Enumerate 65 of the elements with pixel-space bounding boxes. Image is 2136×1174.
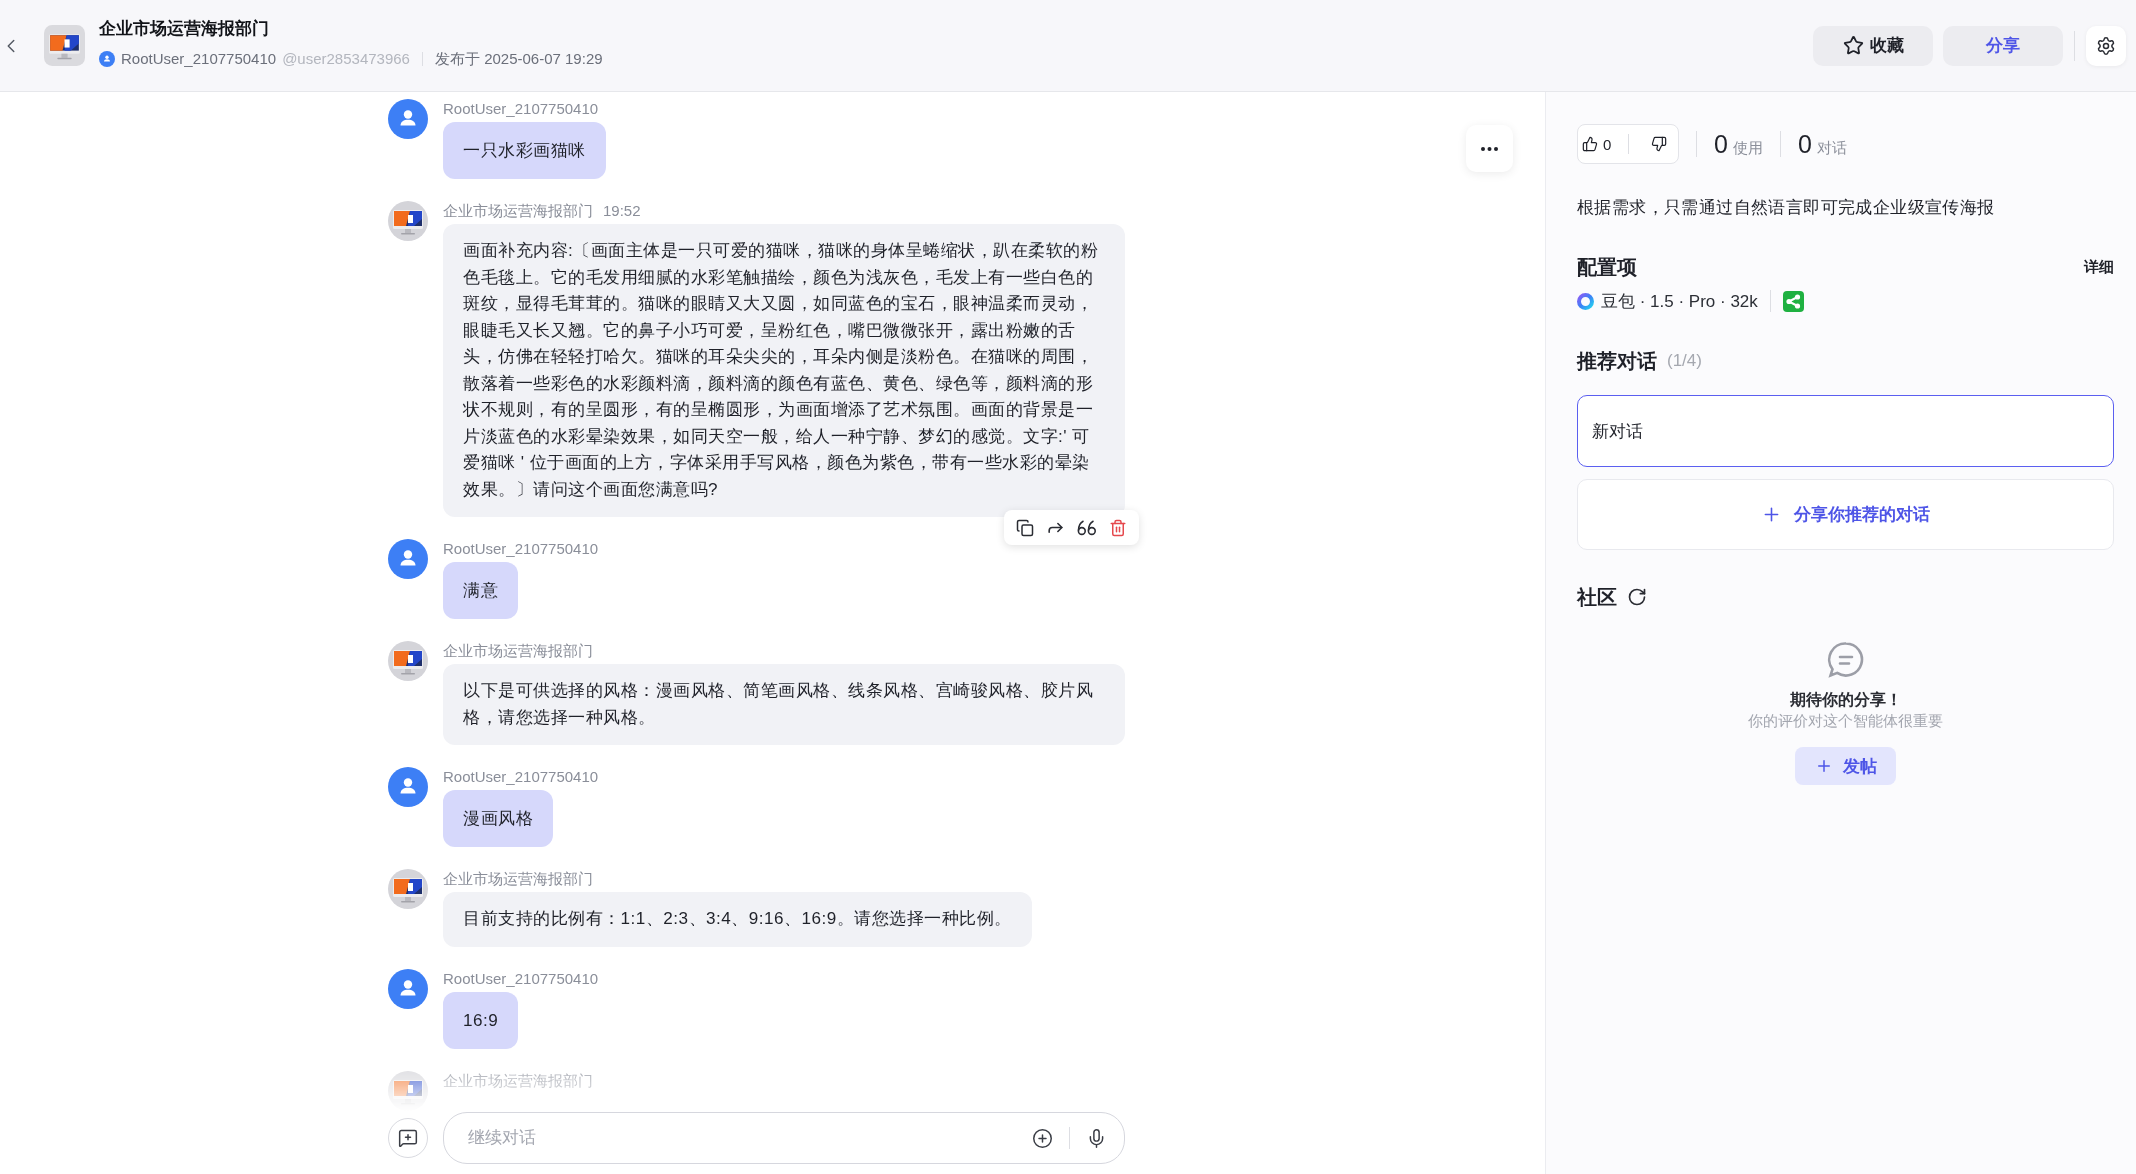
author-handle: @user2853473966	[282, 48, 410, 69]
user-avatar-icon	[388, 968, 428, 1009]
delete-icon[interactable]	[1109, 518, 1127, 537]
sender-name: 企业市场运营海报部门	[443, 1070, 593, 1091]
recommended-chat-card[interactable]: 新对话	[1577, 395, 2114, 467]
user-message-bubble: 一只水彩画猫咪	[443, 122, 606, 179]
stat-value: 0	[1797, 129, 1812, 159]
user-message-bubble: 漫画风格	[443, 790, 553, 847]
star-icon	[1842, 35, 1864, 56]
stat-label: 使用	[1732, 139, 1763, 158]
user-avatar-icon	[388, 767, 428, 807]
empty-subtitle: 你的评价对这个智能体很重要	[1748, 711, 1943, 731]
stat-value: 0	[1714, 129, 1728, 159]
quote-icon[interactable]	[1077, 519, 1097, 536]
more-icon	[1481, 146, 1498, 151]
sender-name: RootUser_2107750410	[443, 539, 599, 559]
nodes-tile-icon	[1782, 290, 1804, 312]
count-label: (1/4)	[1667, 351, 1702, 371]
publish-date: 发布于 2025-06-07 19:29	[434, 48, 603, 69]
monitor-avatar-icon	[388, 201, 428, 241]
message-time: 19:52	[603, 201, 641, 221]
monitor-logo-icon	[44, 25, 85, 66]
share-button[interactable]: 分享	[1943, 25, 2063, 66]
section-title: 配置项	[1577, 254, 1637, 280]
add-recommended-button[interactable]: 分享你推荐的对话	[1577, 479, 2114, 550]
favorite-button[interactable]: 收藏	[1813, 25, 1933, 66]
user-avatar-icon	[99, 50, 115, 67]
user-message-bubble: 满意	[443, 562, 518, 619]
ring-logo-icon	[1577, 292, 1594, 310]
like-button[interactable]: 0	[1578, 125, 1616, 163]
user-avatar-icon	[388, 99, 428, 139]
user-avatar-icon	[388, 539, 428, 579]
model-name: 豆包 · 1.5 · Pro · 32k	[1601, 290, 1758, 313]
message-input[interactable]: 继续对话	[443, 1112, 1125, 1164]
message-plus-icon	[398, 1128, 418, 1148]
bot-message-bubble: 以下是可供选择的风格：漫画风格、简笔画风格、线条风格、宫崎骏风格、胶片风格，请您选择一种风格。	[443, 664, 1125, 745]
new-chat-button[interactable]	[388, 1118, 428, 1158]
thumbs-up-icon	[1582, 136, 1599, 152]
sender-name: 企业市场运营海报部门	[443, 869, 593, 889]
author-name[interactable]: RootUser_2107750410	[121, 48, 277, 69]
plus-circle-icon[interactable]	[1032, 1127, 1053, 1149]
settings-button[interactable]	[2086, 25, 2126, 66]
sender-name: RootUser_2107750410	[443, 767, 599, 787]
bot-message-bubble: 目前支持的比例有：1:1、2:3、3:4、9:16、16:9。请您选择一种比例。	[443, 892, 1032, 947]
section-title: 社区	[1577, 584, 1617, 610]
sender-name: 企业市场运营海报部门	[443, 201, 593, 221]
copy-icon[interactable]	[1016, 518, 1034, 537]
bot-message-bubble: 画面补充内容:〔画面主体是一只可爱的猫咪，猫咪的身体呈蜷缩状，趴在柔软的粉色毛毯上。它的毛发用细腻的水彩笔触描绘，颜色为浅灰色，毛发上有一些白色的斑纹，显得毛茸茸的。猫咪的眼睛又大又圆，如同蓝色的宝石，眼神温柔而灵动，眼睫毛又长又翘。它的鼻子小巧可爱，呈粉红色，嘴巴微微张开，露出粉嫩的舌头，仿佛在轻轻打哈欠。猫咪的耳朵尖尖的，耳朵内侧是淡粉色。在猫咪的周围，散落着一些彩色的水彩颜料滴，颜料滴的颜色有蓝色、黄色、绿色等，颜料滴的形状不规则，有的呈圆形，有的呈椭圆形，为画面增添了艺术氛围。画面的背景是一片淡蓝色的水彩晕染效果，如同天空一般，给人一种宁静、梦幻的感觉。文字:' 可爱猫咪 ' 位于画面的上方，字体采用手写风格，颜色为紫色，带有一些水彩的晕染效果。〕请问这个画面您满意吗?	[443, 224, 1125, 517]
monitor-avatar-icon	[388, 641, 428, 681]
monitor-avatar-icon	[388, 869, 428, 909]
user-message-bubble: 16:9	[443, 991, 519, 1049]
bot-description: 根据需求，只需通过自然语言即可完成企业级宣传海报	[1577, 197, 1996, 219]
chat-bubble-icon	[1826, 641, 1865, 679]
thumbs-down-icon	[1651, 136, 1668, 152]
sender-name: RootUser_2107750410	[443, 99, 599, 119]
settings-icon	[2096, 35, 2116, 56]
section-title: 推荐对话	[1577, 348, 1657, 374]
refresh-icon[interactable]	[1627, 587, 1647, 607]
sender-name: 企业市场运营海报部门	[443, 641, 593, 661]
post-button[interactable]: 发帖	[1795, 747, 1896, 785]
details-link[interactable]: 详细	[2084, 257, 2114, 277]
stat-label: 对话	[1816, 139, 1847, 158]
empty-title: 期待你的分享！	[1789, 690, 1902, 710]
sender-name: RootUser_2107750410	[443, 968, 599, 989]
bot-title: 企业市场运营海报部门	[99, 17, 270, 40]
